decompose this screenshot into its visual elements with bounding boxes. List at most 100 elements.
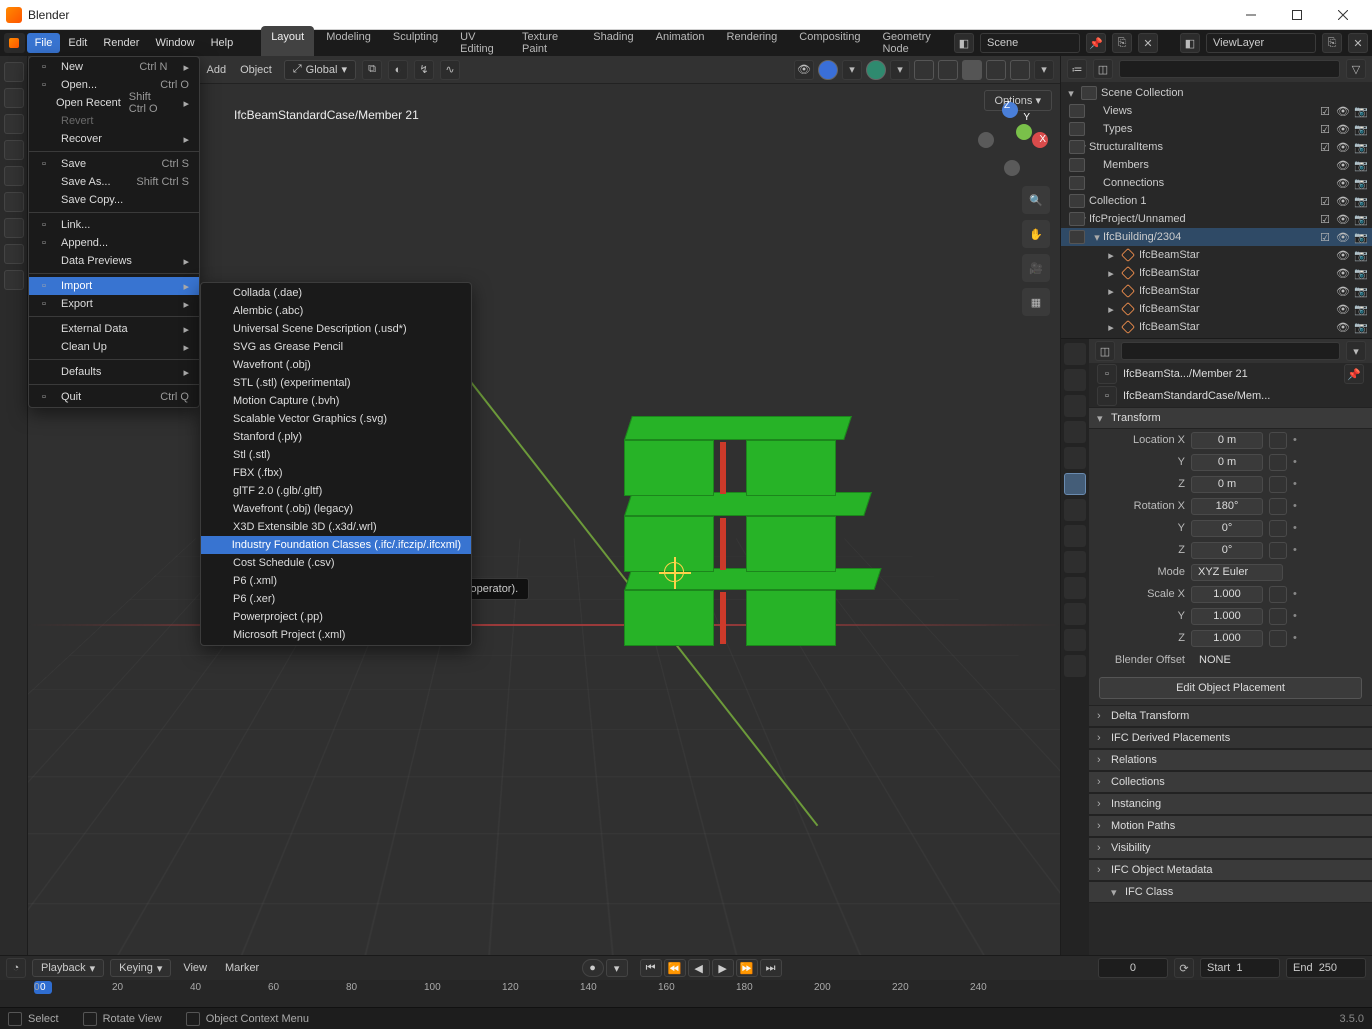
vp-menu-add[interactable]: Add — [200, 64, 232, 76]
window-minimize-button[interactable] — [1228, 1, 1274, 29]
menu-help[interactable]: Help — [203, 33, 242, 53]
loc-z-field[interactable]: 0 m — [1191, 476, 1263, 493]
timeline-track[interactable]: 0 020406080100120140160180200220240 — [0, 980, 1372, 1007]
outliner-item[interactable]: ▾IfcProject/Unnamed☑👁📷 — [1061, 210, 1372, 228]
shading-rendered-button[interactable] — [1010, 60, 1030, 80]
marker-menu[interactable]: Marker — [219, 962, 265, 974]
keying-menu[interactable]: Keying▾ — [110, 959, 171, 977]
menu-render[interactable]: Render — [95, 33, 147, 53]
snap-options-button[interactable]: ◐ — [388, 60, 408, 80]
prop-tab-material[interactable] — [1064, 629, 1086, 651]
file-menu-defaults[interactable]: Defaults▸ — [29, 363, 199, 381]
outliner-search-input[interactable] — [1119, 60, 1340, 78]
file-menu-import[interactable]: ▫Import▸ — [29, 277, 199, 295]
gizmo-toggle-button[interactable] — [818, 60, 838, 80]
playback-menu[interactable]: Playback▾ — [32, 959, 104, 977]
visibility-button[interactable]: 👁 — [794, 60, 814, 80]
import-item[interactable]: Microsoft Project (.xml) — [201, 626, 471, 644]
tool-scale-icon[interactable] — [4, 166, 24, 186]
orientation-dropdown[interactable]: ⤢Global▾ — [284, 60, 356, 80]
proportional-edit-button[interactable]: ↯ — [414, 60, 434, 80]
outliner-item[interactable]: Connections👁📷 — [1061, 174, 1372, 192]
prop-tab-texture[interactable] — [1064, 655, 1086, 677]
gizmo-options-button[interactable]: ▾ — [842, 60, 862, 80]
menu-window[interactable]: Window — [147, 33, 202, 53]
viewlayer-browse-button[interactable]: ◧ — [1180, 33, 1200, 53]
file-menu-quit[interactable]: ▫QuitCtrl Q — [29, 388, 199, 406]
workspace-tab-layout[interactable]: Layout — [261, 26, 314, 60]
file-menu[interactable]: ▫NewCtrl N▸▫Open...Ctrl OOpen RecentShif… — [28, 56, 200, 408]
edit-placement-button[interactable]: Edit Object Placement — [1099, 677, 1362, 699]
import-item[interactable]: Wavefront (.obj) (legacy) — [201, 500, 471, 518]
import-item[interactable]: Stl (.stl) — [201, 446, 471, 464]
prop-tab-scene[interactable] — [1064, 421, 1086, 443]
outliner-item[interactable]: ▸IfcBeamStar👁📷 — [1061, 264, 1372, 282]
rot-y-field[interactable]: 0° — [1191, 520, 1263, 537]
panel-instancing[interactable]: ›Instancing — [1089, 793, 1372, 815]
file-menu-open-[interactable]: ▫Open...Ctrl O — [29, 76, 199, 94]
proportional-options-button[interactable]: ∿ — [440, 60, 460, 80]
breadcrumb-short[interactable]: IfcBeamSta.../Member 21 — [1123, 368, 1338, 380]
jump-last-button[interactable]: ⏭ — [760, 959, 782, 977]
file-menu-open-recent[interactable]: Open RecentShift Ctrl O▸ — [29, 94, 199, 112]
viewlayer-delete-button[interactable]: ✕ — [1348, 33, 1368, 53]
delta-transform-header[interactable]: Delta Transform — [1111, 710, 1189, 722]
scale-z-field[interactable]: 1.000 — [1191, 630, 1263, 647]
panel-visibility[interactable]: ›Visibility — [1089, 837, 1372, 859]
overlay-toggle-button[interactable] — [866, 60, 886, 80]
prop-tab-constraints[interactable] — [1064, 577, 1086, 599]
import-item[interactable]: glTF 2.0 (.glb/.gltf) — [201, 482, 471, 500]
breadcrumb-pin-button[interactable]: 📌 — [1344, 364, 1364, 384]
window-close-button[interactable] — [1320, 1, 1366, 29]
import-submenu[interactable]: Collada (.dae)Alembic (.abc)Universal Sc… — [200, 282, 472, 646]
outliner-item[interactable]: ▸IfcBeamStar👁📷 — [1061, 318, 1372, 336]
file-menu-export[interactable]: ▫Export▸ — [29, 295, 199, 313]
panel-ifc-class[interactable]: ▾IFC Class — [1089, 881, 1372, 903]
viewlayer-new-button[interactable]: ⎘ — [1322, 33, 1342, 53]
zoom-button[interactable]: 🔍 — [1022, 186, 1050, 214]
import-item[interactable]: Collada (.dae) — [201, 284, 471, 302]
import-item[interactable]: Scalable Vector Graphics (.svg) — [201, 410, 471, 428]
workspace-tab-sculpting[interactable]: Sculpting — [383, 26, 448, 60]
import-item[interactable]: Stanford (.ply) — [201, 428, 471, 446]
rot-z-field[interactable]: 0° — [1191, 542, 1263, 559]
panel-motion-paths[interactable]: ›Motion Paths — [1089, 815, 1372, 837]
import-item[interactable]: Powerproject (.pp) — [201, 608, 471, 626]
outliner-item[interactable]: ▸IfcBeamStar👁📷 — [1061, 282, 1372, 300]
end-frame-field[interactable]: End 250 — [1286, 958, 1366, 978]
import-item[interactable]: STL (.stl) (experimental) — [201, 374, 471, 392]
jump-next-key-button[interactable]: ⏩ — [736, 959, 758, 977]
play-button[interactable]: ▶ — [712, 959, 734, 977]
scale-y-field[interactable]: 1.000 — [1191, 608, 1263, 625]
shading-matprev-button[interactable] — [986, 60, 1006, 80]
scene-browse-button[interactable]: ◧ — [954, 33, 974, 53]
prop-tab-viewlayer[interactable] — [1064, 395, 1086, 417]
jump-prev-key-button[interactable]: ⏪ — [664, 959, 686, 977]
outliner-item[interactable]: ▾IfcBuilding/2304☑👁📷 — [1061, 228, 1372, 246]
viewlayer-name-field[interactable]: ViewLayer — [1206, 33, 1316, 53]
import-item[interactable]: Cost Schedule (.csv) — [201, 554, 471, 572]
outliner-filter-button[interactable]: ▽ — [1346, 59, 1366, 79]
workspace-tab-texture-paint[interactable]: Texture Paint — [512, 26, 581, 60]
outliner-item[interactable]: Views☑👁📷 — [1061, 102, 1372, 120]
file-menu-append-[interactable]: ▫Append... — [29, 234, 199, 252]
import-item[interactable]: Alembic (.abc) — [201, 302, 471, 320]
prop-tab-world[interactable] — [1064, 447, 1086, 469]
snap-magnet-button[interactable]: ⧉ — [362, 60, 382, 80]
nav-gizmo[interactable]: Z Y X — [974, 102, 1048, 176]
file-menu-save-as-[interactable]: Save As...Shift Ctrl S — [29, 173, 199, 191]
workspace-tab-compositing[interactable]: Compositing — [789, 26, 870, 60]
prop-tab-modifiers[interactable] — [1064, 499, 1086, 521]
frame-range-button[interactable]: ⟳ — [1174, 958, 1194, 978]
import-item[interactable]: Universal Scene Description (.usd*) — [201, 320, 471, 338]
window-maximize-button[interactable] — [1274, 1, 1320, 29]
view-menu[interactable]: View — [177, 962, 213, 974]
file-menu-link-[interactable]: ▫Link... — [29, 216, 199, 234]
model-ifc-building[interactable] — [628, 416, 888, 676]
scale-x-field[interactable]: 1.000 — [1191, 586, 1263, 603]
scene-new-button[interactable]: ⎘ — [1112, 33, 1132, 53]
prop-options-button[interactable]: ▾ — [1346, 341, 1366, 361]
outliner-item[interactable]: Collection 1☑👁📷 — [1061, 192, 1372, 210]
panel-collections[interactable]: ›Collections — [1089, 771, 1372, 793]
workspace-tab-geometry-node[interactable]: Geometry Node — [872, 26, 952, 60]
